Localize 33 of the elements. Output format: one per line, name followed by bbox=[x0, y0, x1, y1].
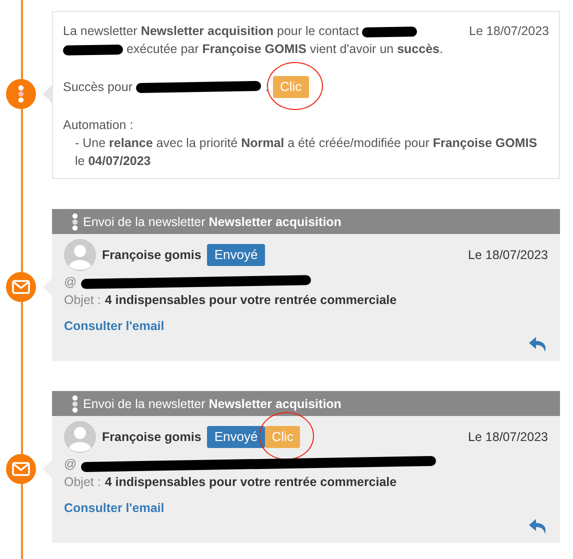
status-badge: Envoyé bbox=[207, 244, 265, 266]
avatar-icon bbox=[64, 239, 98, 271]
date-text: Le 18/07/2023 bbox=[468, 247, 548, 264]
author-name: Françoise gomis bbox=[102, 247, 202, 264]
header-title: Envoi de la newsletter Newsletter acquisition bbox=[83, 214, 342, 228]
automation-title: Automation : bbox=[63, 117, 134, 134]
message-text: La newsletter Newsletter acquisition pour le contact bbox=[63, 24, 359, 38]
author-name: Françoise gomis bbox=[102, 429, 202, 446]
at-sign: @ bbox=[64, 456, 77, 473]
subject-label: Objet : bbox=[64, 474, 101, 491]
consult-email-link[interactable]: Consulter l'email bbox=[64, 499, 164, 517]
header-title: Envoi de la newsletter Newsletter acquisition bbox=[83, 396, 342, 410]
reply-icon[interactable] bbox=[529, 337, 548, 353]
subject-text: 4 indispensables pour votre rentrée commerciale bbox=[104, 474, 397, 491]
vertical-dots-icon bbox=[72, 394, 78, 412]
subject-text: 4 indispensables pour votre rentrée commerciale bbox=[104, 292, 397, 309]
reply-icon[interactable] bbox=[529, 519, 548, 535]
redaction-mark bbox=[62, 44, 124, 56]
success-label: Succès pour bbox=[63, 79, 132, 96]
redaction-mark bbox=[362, 26, 418, 38]
envelope-icon bbox=[12, 280, 30, 294]
automation-text: - Une relance avec la priorité Normal a été créée/modifiée pour Françoise GOMIS le 04/07/2023 bbox=[74, 135, 538, 170]
subject-label: Objet : bbox=[64, 292, 101, 309]
consult-email-link[interactable]: Consulter l'email bbox=[64, 317, 164, 335]
date-text: Le 18/07/2023 bbox=[468, 429, 548, 446]
at-sign: @ bbox=[64, 274, 77, 291]
date-text: Le 18/07/2023 bbox=[469, 23, 549, 40]
envelope-icon bbox=[12, 462, 30, 476]
avatar-icon bbox=[64, 421, 98, 453]
status-badge: Envoyé bbox=[207, 426, 265, 448]
vertical-dots-icon bbox=[18, 85, 24, 103]
message-text: exécutée par Françoise GOMIS vient d'avoir un succès. bbox=[126, 42, 443, 56]
vertical-dots-icon bbox=[72, 212, 78, 230]
